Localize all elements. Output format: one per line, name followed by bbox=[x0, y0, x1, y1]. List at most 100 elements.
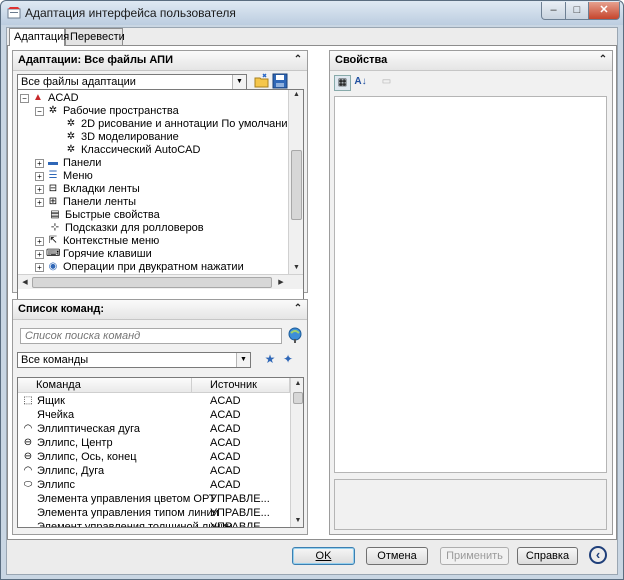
command-row[interactable]: ⊖ Эллипс, Ось, конец ACAD bbox=[18, 450, 290, 464]
tree-item-toolbars[interactable]: + ▬ Панели bbox=[35, 157, 101, 170]
command-row[interactable]: Элемента управления цветом ОРТ УПРАВЛЕ... bbox=[18, 492, 290, 506]
command-row[interactable]: ⬭ Эллипс ACAD bbox=[18, 478, 290, 492]
minimize-button[interactable]: – bbox=[541, 2, 566, 20]
expander-expand-icon[interactable]: + bbox=[35, 249, 44, 259]
collapse-up-icon[interactable]: ⌃ bbox=[292, 303, 304, 315]
collapse-dialog-button[interactable]: ‹ bbox=[589, 546, 607, 564]
command-source: УПРАВЛЕ... bbox=[210, 521, 270, 528]
file-filter-dropdown[interactable]: Все файлы адаптации ▼ bbox=[17, 74, 247, 90]
expander-expand-icon[interactable]: + bbox=[35, 197, 44, 207]
command-row[interactable]: ◠ Эллипс, Дуга ACAD bbox=[18, 464, 290, 478]
command-name: Элемента управления цветом ОРТ bbox=[37, 493, 216, 505]
properties-panel: Свойства ⌃ ▦ A↓ ▭ bbox=[329, 50, 613, 535]
scroll-down-icon[interactable]: ▼ bbox=[291, 517, 303, 524]
collapse-up-icon[interactable]: ⌃ bbox=[292, 54, 304, 66]
sort-alphabetical-icon[interactable]: A↓ bbox=[352, 75, 369, 91]
ok-button[interactable]: OK bbox=[292, 547, 355, 565]
command-name: Эллипс bbox=[37, 479, 75, 491]
tree-item-label: ACAD bbox=[48, 92, 79, 104]
tab-customize[interactable]: Адаптация bbox=[9, 28, 69, 46]
collapse-up-icon[interactable]: ⌃ bbox=[597, 54, 609, 66]
command-name: Эллиптическая дуга bbox=[37, 423, 141, 435]
tree-item-workspace-classic[interactable]: ✲ Классический AutoCAD bbox=[64, 144, 201, 157]
dialog-client: Адаптация Перевести Адаптации: Все файлы… bbox=[6, 27, 618, 575]
expander-collapse-icon[interactable]: − bbox=[35, 106, 44, 116]
tree-item-keyboard-shortcuts[interactable]: + ⌨ Горячие клавиши bbox=[35, 248, 152, 261]
column-header-source[interactable]: Источник bbox=[192, 378, 290, 393]
tree-vertical-scrollbar[interactable]: ▲ ▼ bbox=[288, 90, 303, 274]
box-icon: ⬚ bbox=[23, 395, 33, 406]
expander-expand-icon[interactable]: + bbox=[35, 158, 44, 168]
tree-horizontal-scrollbar[interactable]: ◀ ▶ bbox=[18, 274, 303, 289]
quick-properties-icon: ▤ bbox=[50, 209, 60, 221]
expander-expand-icon[interactable]: + bbox=[35, 171, 44, 181]
expander-expand-icon[interactable]: + bbox=[35, 262, 44, 272]
maximize-button[interactable]: □ bbox=[565, 2, 589, 20]
tree-item-menus[interactable]: + ☰ Меню bbox=[35, 170, 93, 183]
search-icon[interactable] bbox=[287, 327, 303, 343]
command-row[interactable]: Ячейка ACAD bbox=[18, 408, 290, 422]
tree-item-label: Панели bbox=[63, 157, 102, 169]
command-source: ACAD bbox=[210, 395, 241, 407]
command-row[interactable]: Элемент управления толщиной линии УПРАВЛЕ… bbox=[18, 520, 290, 528]
customizations-panel-title: Адаптации: Все файлы АПИ bbox=[18, 54, 173, 66]
tree-item-label: Быстрые свойства bbox=[65, 209, 160, 221]
help-button[interactable]: Справка bbox=[517, 547, 578, 565]
chevron-down-icon: ▼ bbox=[236, 353, 250, 367]
tree-item-workspaces[interactable]: − ✲ Рабочие пространства bbox=[35, 105, 179, 118]
command-row[interactable]: ⊖ Эллипс, Центр ACAD bbox=[18, 436, 290, 450]
workspace-icon: ✲ bbox=[66, 144, 76, 156]
tree-item-workspace-2d[interactable]: ✲ 2D рисование и аннотации По умолчанию (… bbox=[64, 118, 303, 131]
scroll-down-icon[interactable]: ▼ bbox=[289, 264, 303, 271]
tab-transfer[interactable]: Перевести bbox=[65, 28, 125, 45]
new-command-icon[interactable]: ★ bbox=[263, 352, 277, 366]
tree-item-shortcut-menus[interactable]: + ⇱ Контекстные меню bbox=[35, 235, 159, 248]
properties-panel-title: Свойства bbox=[335, 54, 388, 66]
tree-item-quick-properties[interactable]: ▤ Быстрые свойства bbox=[48, 209, 160, 222]
command-name: Ящик bbox=[37, 395, 65, 407]
tree-item-rollover-tooltips[interactable]: ⊹ Подсказки для ролловеров bbox=[48, 222, 204, 235]
expander-expand-icon[interactable]: + bbox=[35, 184, 44, 194]
column-header-command[interactable]: Команда bbox=[18, 378, 192, 393]
command-row[interactable]: ◠ Эллиптическая дуга ACAD bbox=[18, 422, 290, 436]
tree-item-ribbon-tabs[interactable]: + ⊟ Вкладки ленты bbox=[35, 183, 140, 196]
close-button[interactable]: ✕ bbox=[588, 2, 620, 20]
scroll-right-icon[interactable]: ▶ bbox=[276, 278, 286, 286]
scroll-up-icon[interactable]: ▲ bbox=[289, 91, 303, 98]
tree-item-ribbon-panels[interactable]: + ⊞ Панели ленты bbox=[35, 196, 136, 209]
tree-item-label: Контекстные меню bbox=[63, 235, 160, 247]
cancel-button[interactable]: Отмена bbox=[366, 547, 428, 565]
categorized-view-icon[interactable]: ▦ bbox=[334, 75, 351, 91]
save-icon[interactable] bbox=[272, 73, 288, 89]
command-row[interactable]: ⬚ Ящик ACAD bbox=[18, 394, 290, 408]
tree-item-label: Классический AutoCAD bbox=[81, 144, 201, 156]
elliptical-arc-icon: ◠ bbox=[23, 423, 33, 434]
command-name: Эллипс, Ось, конец bbox=[37, 451, 137, 463]
filter-commands-icon[interactable]: ✦ bbox=[281, 352, 295, 366]
scroll-thumb[interactable] bbox=[293, 392, 303, 404]
scroll-thumb[interactable] bbox=[291, 150, 302, 220]
command-name: Элемента управления типом линии bbox=[37, 507, 219, 519]
open-file-icon[interactable] bbox=[254, 73, 270, 89]
tree-item-label: Вкладки ленты bbox=[63, 183, 140, 195]
property-grid bbox=[334, 96, 607, 473]
tree-item-double-click-actions[interactable]: + ◉ Операции при двукратном нажатии bbox=[35, 261, 244, 274]
tree-item-acad[interactable]: − ▲ ACAD bbox=[20, 92, 79, 105]
apply-button-label: Применить bbox=[446, 550, 503, 562]
tree-item-workspace-3d[interactable]: ✲ 3D моделирование bbox=[64, 131, 179, 144]
scroll-left-icon[interactable]: ◀ bbox=[20, 278, 30, 286]
apply-button[interactable]: Применить bbox=[440, 547, 509, 565]
command-row[interactable]: Элемента управления типом линии УПРАВЛЕ..… bbox=[18, 506, 290, 520]
command-list-panel: Список команд: ⌃ Все команды ▼ ★ ✦ Коман… bbox=[12, 299, 308, 535]
command-search-input[interactable] bbox=[20, 328, 282, 344]
command-name: Эллипс, Центр bbox=[37, 437, 113, 449]
expander-collapse-icon[interactable]: − bbox=[20, 93, 29, 103]
command-list-scrollbar[interactable]: ▲ ▼ bbox=[290, 378, 303, 527]
scroll-up-icon[interactable]: ▲ bbox=[291, 380, 303, 387]
command-source: ACAD bbox=[210, 437, 241, 449]
customizations-tree: − ▲ ACAD − ✲ Рабочие пространства ✲ 2D рисова… bbox=[17, 89, 304, 304]
command-category-dropdown[interactable]: Все команды ▼ bbox=[17, 352, 251, 368]
expander-expand-icon[interactable]: + bbox=[35, 236, 44, 246]
scroll-thumb[interactable] bbox=[32, 277, 272, 288]
property-pages-icon[interactable]: ▭ bbox=[378, 75, 395, 91]
